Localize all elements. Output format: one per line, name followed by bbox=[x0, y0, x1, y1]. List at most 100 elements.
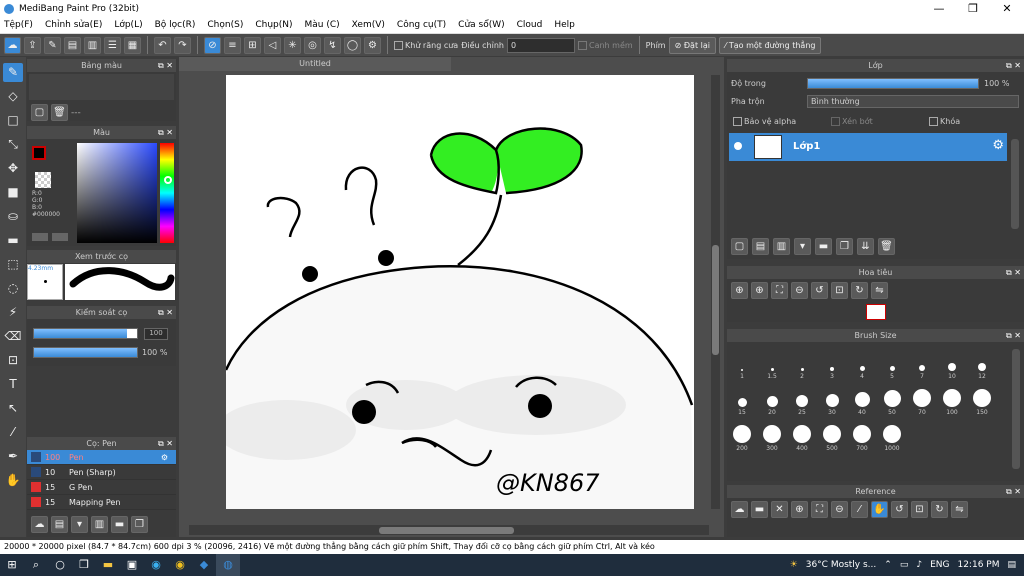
weather-text[interactable]: 36°C Mostly s... bbox=[806, 560, 877, 570]
brush-size-option[interactable]: 100 bbox=[937, 380, 967, 416]
brush-size-option[interactable]: 20 bbox=[757, 380, 787, 416]
magic-wand-icon[interactable]: ⚡ bbox=[3, 303, 23, 322]
transparent-swatch[interactable] bbox=[35, 172, 51, 188]
shape-tool-icon[interactable]: ■ bbox=[3, 183, 23, 202]
soft-snap-checkbox[interactable] bbox=[577, 40, 587, 50]
brush-list-item[interactable]: 100 Pen ⚙ bbox=[27, 450, 176, 465]
brush-add-icon[interactable]: ▤ bbox=[51, 516, 68, 533]
brush-size-option[interactable]: 50 bbox=[877, 380, 907, 416]
brush-tool-icon[interactable]: ✎ bbox=[3, 63, 23, 82]
ref-fit-window-icon[interactable]: ⊡ bbox=[911, 501, 928, 518]
brush-opacity-slider[interactable] bbox=[33, 347, 138, 358]
foreground-color-swatch[interactable] bbox=[32, 146, 46, 160]
panel-close-icon[interactable]: ⧉ ✕ bbox=[158, 126, 173, 139]
search-icon[interactable]: ⌕ bbox=[24, 554, 48, 576]
notification-icon[interactable]: ▤ bbox=[1007, 560, 1016, 570]
tray-chevron-icon[interactable]: ⌃ bbox=[884, 560, 892, 570]
panel-close-icon[interactable]: ⧉ ✕ bbox=[158, 437, 173, 450]
layer-row[interactable]: Lớp1 ⚙ bbox=[729, 133, 1007, 161]
brush-copy-icon[interactable]: ▥ bbox=[91, 516, 108, 533]
menu-view[interactable]: Xem(V) bbox=[352, 20, 385, 30]
fit-icon[interactable]: ⛶ bbox=[771, 282, 788, 299]
close-button[interactable]: ✕ bbox=[990, 2, 1024, 15]
list-icon[interactable]: ☰ bbox=[104, 36, 121, 54]
brush-size-option[interactable]: 40 bbox=[847, 380, 877, 416]
grid-icon[interactable]: ▦ bbox=[124, 36, 141, 54]
document-icon[interactable]: ▥ bbox=[84, 36, 101, 54]
ref-zoom-in-icon[interactable]: ⊕ bbox=[791, 501, 808, 518]
brush-size-option[interactable]: 200 bbox=[727, 416, 757, 452]
flip-icon[interactable]: ⇋ bbox=[871, 282, 888, 299]
layer-scrollbar[interactable] bbox=[1011, 139, 1019, 229]
task-view-icon[interactable]: ❐ bbox=[72, 554, 96, 576]
brush-size-option[interactable]: 700 bbox=[847, 416, 877, 452]
redo-icon[interactable]: ↷ bbox=[174, 36, 191, 54]
antialias-checkbox[interactable] bbox=[394, 40, 403, 50]
color-swap-button[interactable] bbox=[52, 233, 68, 241]
correction-select[interactable]: 0 bbox=[506, 37, 575, 53]
new-layer-8bit-icon[interactable]: ▤ bbox=[752, 238, 769, 255]
visibility-icon[interactable] bbox=[734, 142, 742, 150]
radial-snap-icon[interactable]: ✳ bbox=[284, 36, 301, 54]
straight-line-button[interactable]: ⁄ Tạo một đường thẳng bbox=[718, 36, 822, 54]
circle-snap-icon[interactable]: ◎ bbox=[304, 36, 321, 54]
color-mode-button[interactable] bbox=[32, 233, 48, 241]
add-layer-menu-icon[interactable]: ▾ bbox=[794, 238, 811, 255]
share-icon[interactable]: ⇪ bbox=[24, 36, 41, 54]
network-icon[interactable]: ▭ bbox=[900, 560, 909, 570]
menu-window[interactable]: Cửa sổ(W) bbox=[458, 20, 504, 30]
snap-off-icon[interactable]: ⊘ bbox=[204, 36, 221, 54]
merge-layer-icon[interactable]: ⇊ bbox=[857, 238, 874, 255]
eyedropper-icon[interactable]: ⁄ bbox=[3, 423, 23, 442]
new-layer-1bit-icon[interactable]: ▥ bbox=[773, 238, 790, 255]
ref-rotate-left-icon[interactable]: ↺ bbox=[891, 501, 908, 518]
brush-size-option[interactable]: 25 bbox=[787, 380, 817, 416]
medibang-taskbar-icon[interactable]: ◍ bbox=[216, 554, 240, 576]
rotate-right-icon[interactable]: ↻ bbox=[851, 282, 868, 299]
language-indicator[interactable]: ENG bbox=[930, 560, 949, 570]
new-palette-icon[interactable]: ▢ bbox=[31, 104, 48, 121]
menu-help[interactable]: Help bbox=[554, 20, 575, 30]
zalo-icon[interactable]: ◆ bbox=[192, 554, 216, 576]
close-reference-icon[interactable]: ✕ bbox=[771, 501, 788, 518]
ref-fit-icon[interactable]: ⛶ bbox=[811, 501, 828, 518]
protect-alpha-option[interactable]: Bảo vệ alpha bbox=[733, 117, 796, 126]
move-tool-icon[interactable]: ✥ bbox=[3, 159, 23, 178]
panel-close-icon[interactable]: ⧉ ✕ bbox=[1006, 329, 1021, 342]
ellipse-snap-icon[interactable]: ◯ bbox=[344, 36, 361, 54]
speaker-icon[interactable]: ♪ bbox=[916, 560, 922, 570]
brush-list-item[interactable]: 10 Pen (Sharp) bbox=[27, 465, 176, 480]
brush-size-slider[interactable] bbox=[33, 328, 138, 339]
pen-icon[interactable]: ✒ bbox=[3, 447, 23, 466]
brush-size-option[interactable]: 500 bbox=[817, 416, 847, 452]
chrome-icon[interactable]: ◉ bbox=[168, 554, 192, 576]
save-icon[interactable]: ▤ bbox=[64, 36, 81, 54]
open-reference-icon[interactable]: ▬ bbox=[751, 501, 768, 518]
brush-size-option[interactable]: 10 bbox=[937, 344, 967, 380]
brush-size-option[interactable]: 15 bbox=[727, 380, 757, 416]
navigator-preview[interactable] bbox=[866, 304, 886, 320]
panel-close-icon[interactable]: ⧉ ✕ bbox=[1006, 485, 1021, 498]
ref-flip-icon[interactable]: ⇋ bbox=[951, 501, 968, 518]
panel-close-icon[interactable]: ⧉ ✕ bbox=[158, 306, 173, 319]
horizontal-scrollbar[interactable] bbox=[189, 525, 709, 535]
cross-snap-icon[interactable]: ⊞ bbox=[244, 36, 261, 54]
layer-opacity-slider[interactable] bbox=[807, 78, 979, 89]
eraser-tool-icon[interactable]: ◇ bbox=[3, 87, 23, 106]
text-tool-icon[interactable]: T bbox=[3, 375, 23, 394]
brush-duplicate-icon[interactable]: ❐ bbox=[131, 516, 148, 533]
fit-window-icon[interactable]: ⊡ bbox=[831, 282, 848, 299]
brush-settings-icon[interactable]: ⚙ bbox=[161, 453, 168, 462]
brush-size-option[interactable]: 1 bbox=[727, 344, 757, 380]
panel-close-icon[interactable]: ⧉ ✕ bbox=[158, 59, 173, 72]
curve-snap-icon[interactable]: ↯ bbox=[324, 36, 341, 54]
vertical-scrollbar[interactable] bbox=[711, 75, 720, 509]
vanishing-snap-icon[interactable]: ◁ bbox=[264, 36, 281, 54]
lasso-icon[interactable]: ◌ bbox=[3, 279, 23, 298]
brush-size-option[interactable]: 300 bbox=[757, 416, 787, 452]
cortana-icon[interactable]: ○ bbox=[48, 554, 72, 576]
duplicate-layer-icon[interactable]: ❐ bbox=[836, 238, 853, 255]
snap-settings-icon[interactable]: ⚙ bbox=[364, 36, 381, 54]
layer-settings-icon[interactable]: ⚙ bbox=[992, 138, 1004, 153]
gradient-tool-icon[interactable]: ▬ bbox=[3, 231, 23, 250]
